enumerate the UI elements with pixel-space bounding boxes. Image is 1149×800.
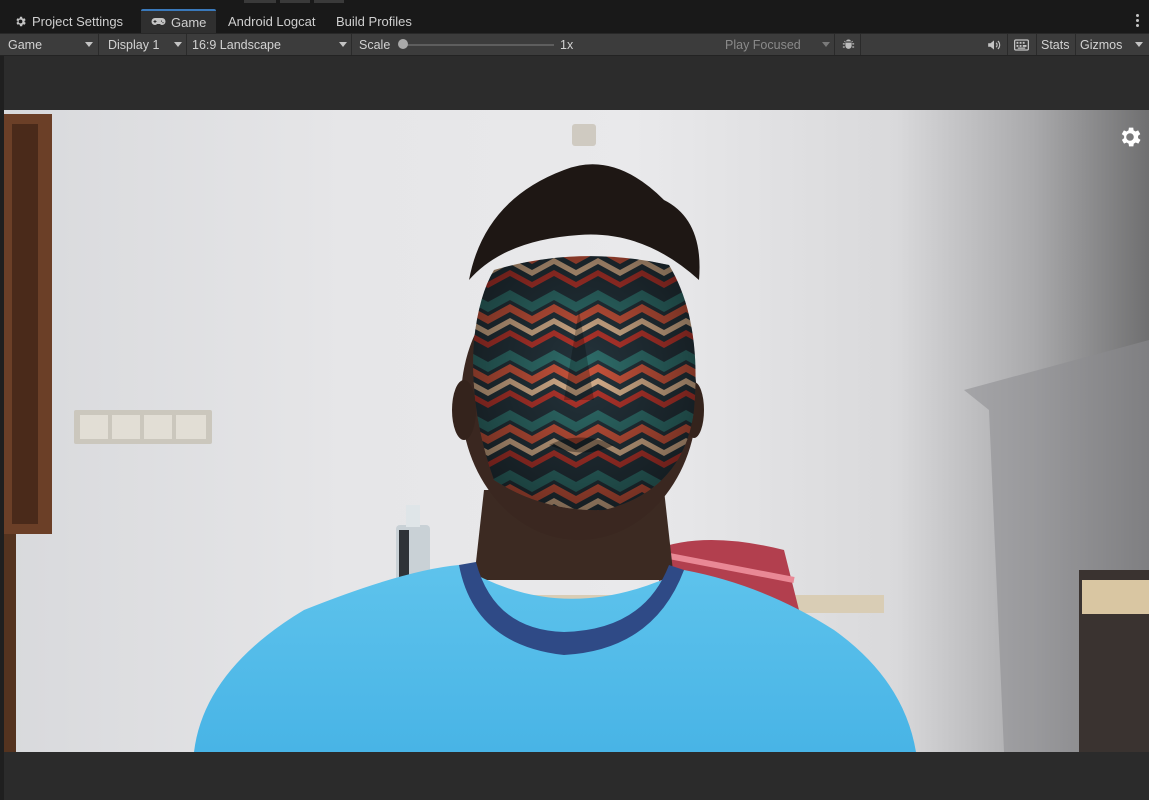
letterbox-bottom [4, 752, 1149, 800]
tab-strip-marker [280, 0, 310, 3]
editor-tab-bar: Project Settings Game Android Logcat Bui… [0, 0, 1149, 33]
scale-value: 1x [560, 37, 574, 52]
game-view-toolbar: Game Display 1 16:9 Landscape Scale 1x P… [0, 34, 1149, 56]
scale-label: Scale [359, 37, 391, 52]
aspect-dropdown[interactable]: 16:9 Landscape [192, 34, 281, 55]
stats-button[interactable]: Stats [1041, 34, 1070, 55]
chevron-down-icon [85, 42, 93, 47]
gizmos-button[interactable]: Gizmos [1080, 34, 1122, 55]
gamepad-icon [151, 18, 166, 25]
aspect-value: 16:9 Landscape [192, 37, 281, 52]
tab-label: Android Logcat [228, 13, 316, 29]
tab-strip-marker [244, 0, 276, 3]
kebab-menu-icon[interactable] [1136, 14, 1139, 29]
scale-slider-track[interactable] [400, 44, 554, 46]
view-mode-value: Game [8, 37, 43, 52]
chevron-down-icon [174, 42, 182, 47]
mute-audio-toggle[interactable] [987, 34, 1001, 55]
tab-label: Project Settings [32, 13, 124, 29]
bug-icon [842, 39, 855, 49]
chevron-down-icon [339, 42, 347, 47]
debug-toggle[interactable] [841, 34, 856, 55]
letterbox-top [4, 56, 1149, 110]
tab-android-logcat[interactable]: Android Logcat [228, 9, 315, 33]
speaker-icon [988, 39, 1001, 50]
tab-game[interactable]: Game [141, 9, 217, 33]
display-value: Display 1 [108, 37, 160, 52]
scale-slider-handle[interactable] [398, 39, 408, 49]
display-dropdown[interactable]: Display 1 [108, 34, 159, 55]
settings-gear-icon[interactable] [1117, 124, 1143, 150]
camera-feed [4, 114, 1149, 752]
keyboard-icon [1014, 38, 1029, 51]
tab-strip-marker [314, 0, 344, 3]
gear-icon [16, 16, 26, 26]
tab-build-profiles[interactable]: Build Profiles [336, 9, 412, 33]
chevron-down-icon[interactable] [1135, 42, 1143, 47]
tab-label: Build Profiles [336, 13, 412, 29]
chevron-down-icon [822, 42, 830, 47]
play-mode-value: Play Focused [725, 37, 801, 52]
keyboard-shortcuts-toggle[interactable] [1014, 34, 1029, 55]
game-viewport[interactable] [4, 110, 1149, 752]
play-mode-dropdown[interactable]: Play Focused [725, 34, 801, 55]
tab-label: Game [171, 14, 207, 30]
tab-project-settings[interactable]: Project Settings [14, 9, 123, 33]
